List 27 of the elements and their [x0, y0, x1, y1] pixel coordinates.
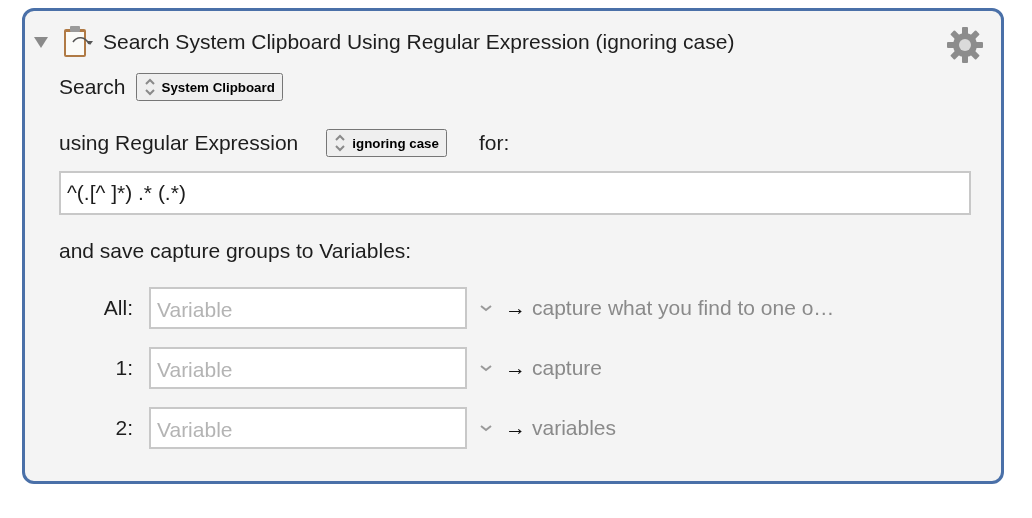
arrow-glyph: →: [505, 296, 526, 320]
action-title: Search System Clipboard Using Regular Expression (ignoring case): [103, 30, 735, 54]
search-label: Search: [59, 75, 126, 99]
for-label: for:: [478, 131, 510, 155]
variable-field[interactable]: Variable: [149, 407, 467, 449]
variable-hint: capture what you find to one o…: [532, 296, 835, 320]
chevron-down-icon[interactable]: [479, 423, 493, 433]
variable-hint: variables: [532, 416, 617, 440]
variable-label: 1:: [114, 356, 133, 380]
variable-label: All:: [102, 296, 133, 320]
chevron-down-icon[interactable]: [479, 363, 493, 373]
using-label: using Regular Expression: [59, 131, 299, 155]
up-down-arrows-icon: [143, 76, 156, 98]
variable-hint: capture: [532, 356, 603, 380]
variable-field[interactable]: Variable: [149, 287, 467, 329]
disclosure-triangle-down-icon[interactable]: [33, 34, 49, 50]
source-popup[interactable]: System Clipboard: [135, 73, 283, 101]
save-label: and save capture groups to Variables:: [59, 238, 413, 264]
arrow-glyph: →: [505, 356, 526, 380]
pattern-field[interactable]: ^(.[^ ]*) .* (.*): [59, 171, 971, 215]
settings-icon[interactable]: [945, 25, 985, 65]
case-popup[interactable]: ignoring case: [326, 129, 447, 157]
up-down-arrows-icon: [334, 132, 347, 154]
variable-label: 2:: [114, 416, 133, 440]
chevron-down-icon[interactable]: [479, 303, 493, 313]
arrow-glyph: →: [505, 416, 526, 440]
variable-field[interactable]: Variable: [149, 347, 467, 389]
